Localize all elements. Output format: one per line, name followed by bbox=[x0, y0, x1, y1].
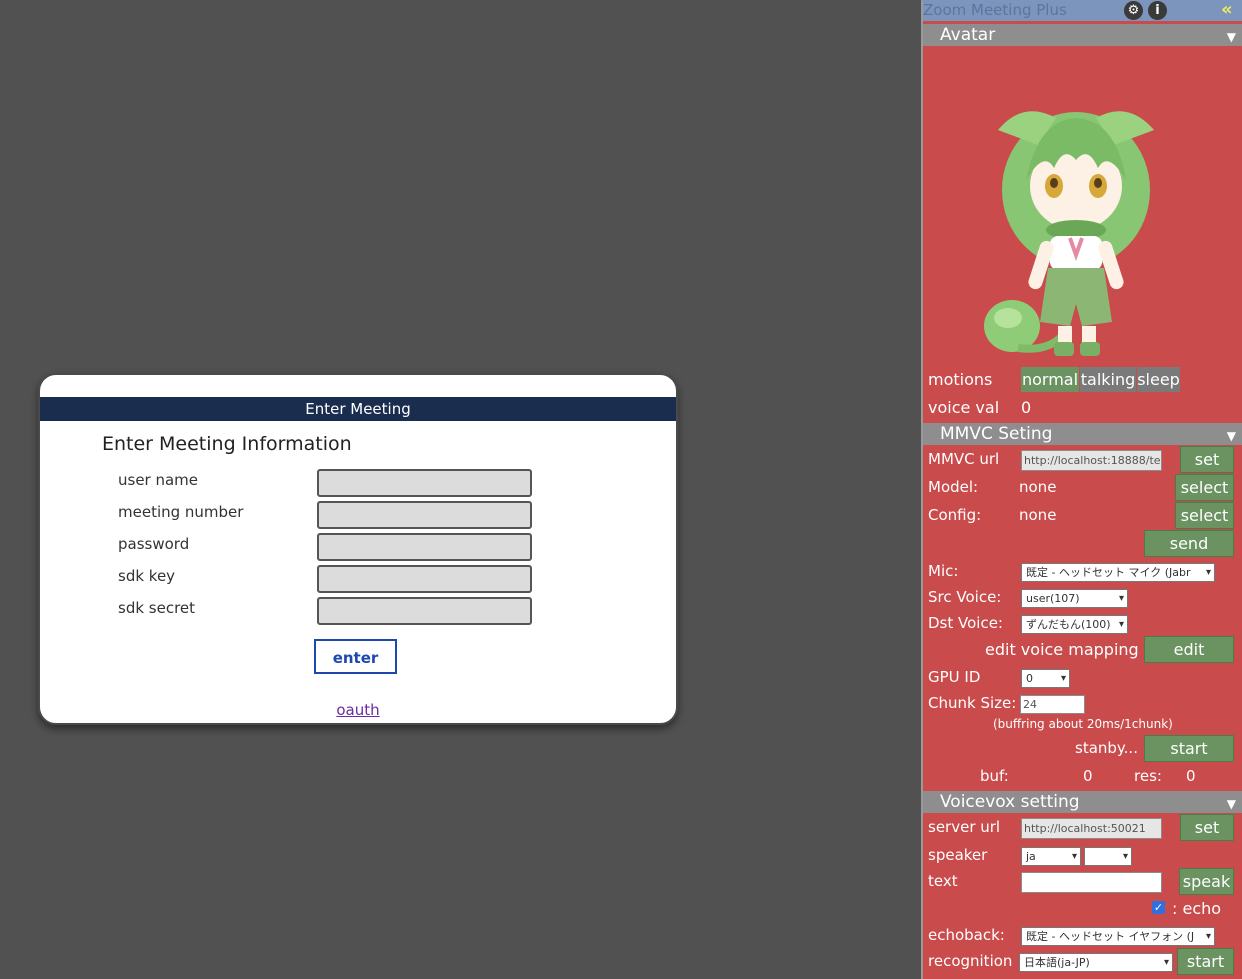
panel-title: Zoom Meeting Plus bbox=[923, 1, 1067, 19]
chevron-down-icon: ▾ bbox=[1122, 851, 1128, 862]
motions-label: motions bbox=[928, 370, 993, 389]
chevron-down-icon: ▾ bbox=[1071, 851, 1077, 862]
recognition-start-button[interactable]: start bbox=[1177, 948, 1234, 975]
mmvc-header-label: MMVC Seting bbox=[940, 424, 1053, 444]
chunk-note: (buffring about 20ms/1chunk) bbox=[993, 717, 1173, 731]
server-url-input[interactable]: http://localhost:50021 bbox=[1021, 818, 1162, 839]
chunk-size-label: Chunk Size: bbox=[928, 694, 1017, 712]
config-value: none bbox=[1019, 506, 1057, 524]
motion-talking-button[interactable]: talking bbox=[1080, 367, 1136, 392]
sdk-secret-label: sdk secret bbox=[118, 599, 196, 617]
speaker-select[interactable]: ▾ bbox=[1084, 847, 1132, 866]
recognition-select[interactable]: 日本語(ja-JP) ▾ bbox=[1019, 953, 1173, 972]
edit-mapping-button[interactable]: edit bbox=[1144, 636, 1234, 663]
chevron-down-icon: ▾ bbox=[1118, 619, 1124, 630]
gear-icon[interactable]: ⚙ bbox=[1124, 1, 1143, 20]
meeting-number-label: meeting number bbox=[118, 503, 244, 521]
dst-voice-label: Dst Voice: bbox=[928, 614, 1003, 632]
voice-val-value: 0 bbox=[1021, 398, 1032, 417]
gpu-id-value: 0 bbox=[1026, 672, 1033, 685]
chevron-down-icon: ▾ bbox=[1205, 931, 1211, 942]
model-value: none bbox=[1019, 478, 1057, 496]
chunk-size-input[interactable]: 24 bbox=[1020, 695, 1085, 714]
gpu-id-label: GPU ID bbox=[928, 668, 981, 686]
caret-down-icon: ▼ bbox=[1226, 429, 1236, 443]
src-voice-value: user(107) bbox=[1026, 592, 1080, 605]
password-input[interactable] bbox=[317, 533, 532, 561]
voice-val-label: voice val bbox=[928, 398, 1000, 417]
echoback-select[interactable]: 既定 - ヘッドセット イヤフォン (J ▾ bbox=[1021, 927, 1215, 946]
panel-titlebar: Zoom Meeting Plus ⚙ i « bbox=[923, 0, 1242, 21]
res-label: res: bbox=[1134, 767, 1162, 785]
enter-meeting-dialog: Enter Meeting Enter Meeting Information … bbox=[38, 373, 678, 725]
oauth-link[interactable]: oauth bbox=[40, 701, 676, 719]
buf-label: buf: bbox=[980, 767, 1009, 785]
src-voice-select[interactable]: user(107) ▾ bbox=[1021, 589, 1128, 608]
echoback-value: 既定 - ヘッドセット イヤフォン (J bbox=[1026, 930, 1195, 943]
echo-label: : echo bbox=[1172, 899, 1222, 918]
speak-button[interactable]: speak bbox=[1179, 868, 1234, 895]
caret-down-icon: ▼ bbox=[1226, 30, 1236, 44]
dialog-heading: Enter Meeting Information bbox=[102, 433, 352, 455]
mmvc-set-button[interactable]: set bbox=[1180, 446, 1234, 473]
chevron-down-icon: ▾ bbox=[1163, 957, 1169, 968]
chevron-down-icon: ▾ bbox=[1205, 567, 1211, 578]
voicevox-set-button[interactable]: set bbox=[1180, 814, 1234, 841]
src-voice-label: Src Voice: bbox=[928, 588, 1002, 606]
mic-select-value: 既定 - ヘッドセット マイク (Jabr bbox=[1026, 566, 1191, 579]
avatar-image bbox=[984, 111, 1154, 356]
avatar-header-label: Avatar bbox=[940, 25, 996, 45]
enter-button[interactable]: enter bbox=[314, 639, 397, 674]
recognition-label: recognition bbox=[928, 952, 1013, 970]
password-label: password bbox=[118, 535, 190, 553]
dialog-title: Enter Meeting bbox=[40, 397, 676, 421]
speaker-lang-select[interactable]: ja ▾ bbox=[1021, 847, 1081, 866]
recognition-value: 日本語(ja-JP) bbox=[1024, 956, 1090, 969]
text-label: text bbox=[928, 872, 958, 890]
meeting-number-input[interactable] bbox=[317, 501, 532, 529]
speaker-lang-value: ja bbox=[1026, 850, 1036, 863]
collapse-icon[interactable]: « bbox=[1221, 0, 1233, 20]
motion-normal-button[interactable]: normal bbox=[1021, 367, 1079, 392]
echoback-label: echoback: bbox=[928, 926, 1005, 944]
model-label: Model: bbox=[928, 478, 979, 496]
speak-text-input[interactable] bbox=[1021, 872, 1162, 893]
avatar-section-header[interactable]: Avatar ▼ bbox=[923, 24, 1242, 46]
res-value: 0 bbox=[1186, 767, 1196, 785]
sdk-secret-input[interactable] bbox=[317, 597, 532, 625]
mmvc-url-input[interactable]: http://localhost:18888/te bbox=[1021, 450, 1162, 471]
send-button[interactable]: send bbox=[1144, 530, 1234, 557]
speaker-label: speaker bbox=[928, 846, 988, 864]
model-select-button[interactable]: select bbox=[1175, 474, 1234, 501]
dst-voice-value: ずんだもん(100) bbox=[1026, 618, 1111, 631]
buf-value: 0 bbox=[1083, 767, 1093, 785]
echo-checkbox[interactable]: ✓ bbox=[1152, 901, 1165, 914]
config-select-button[interactable]: select bbox=[1175, 502, 1234, 529]
sdk-key-input[interactable] bbox=[317, 565, 532, 593]
mmvc-section-header[interactable]: MMVC Seting ▼ bbox=[923, 423, 1242, 445]
motion-sleep-button[interactable]: sleep bbox=[1137, 367, 1180, 392]
mmvc-start-button[interactable]: start bbox=[1144, 735, 1234, 762]
info-icon[interactable]: i bbox=[1148, 1, 1167, 20]
caret-down-icon: ▼ bbox=[1226, 797, 1236, 811]
server-url-label: server url bbox=[928, 818, 1001, 836]
mmvc-status: stanby... bbox=[1075, 739, 1138, 757]
voicevox-header-label: Voicevox setting bbox=[940, 792, 1080, 812]
dst-voice-select[interactable]: ずんだもん(100) ▾ bbox=[1021, 615, 1128, 634]
sdk-key-label: sdk key bbox=[118, 567, 176, 585]
chevron-down-icon: ▾ bbox=[1118, 593, 1124, 604]
mic-select[interactable]: 既定 - ヘッドセット マイク (Jabr ▾ bbox=[1021, 563, 1215, 582]
user-name-input[interactable] bbox=[317, 469, 532, 497]
mic-label: Mic: bbox=[928, 562, 959, 580]
gpu-id-select[interactable]: 0 ▾ bbox=[1021, 669, 1070, 688]
config-label: Config: bbox=[928, 506, 982, 524]
mmvc-url-label: MMVC url bbox=[928, 450, 1000, 468]
user-name-label: user name bbox=[118, 471, 199, 489]
edit-voice-mapping-label: edit voice mapping bbox=[985, 640, 1139, 659]
voicevox-section-header[interactable]: Voicevox setting ▼ bbox=[923, 791, 1242, 813]
chevron-down-icon: ▾ bbox=[1060, 673, 1066, 684]
